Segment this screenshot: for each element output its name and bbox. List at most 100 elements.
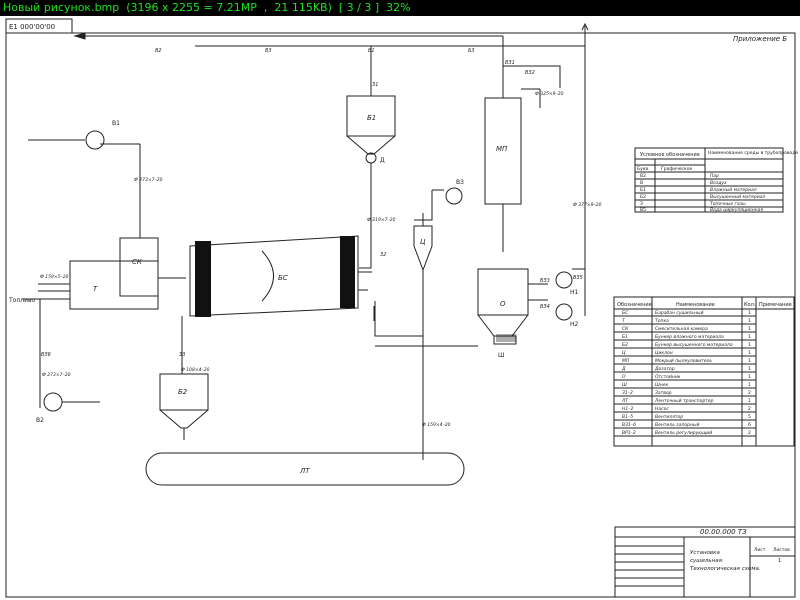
pump-h1-label: Н1: [570, 289, 579, 296]
line-code-label: З2: [380, 252, 386, 258]
pipe-spec-label: Ф 108×4–20: [181, 367, 210, 373]
legend-subheader-1: Букв.: [637, 166, 650, 172]
legend-row-name: Топочные газы: [710, 201, 746, 207]
conveyor-label: ЛТ: [299, 467, 310, 475]
fuel-label: Топливо: [8, 297, 36, 304]
spec-row-qty: 6: [748, 422, 751, 428]
spec-row-name: Вентиль запорный: [655, 422, 699, 428]
sheet-label: Лист: [754, 547, 766, 553]
pipe-spec-label: Ф 219×7–20: [367, 217, 396, 223]
valve-label: ВЗ3: [540, 278, 550, 284]
spec-row-name: Бункер высушенного материала: [655, 342, 733, 348]
fan-v2-label: В2: [36, 417, 44, 424]
spec-row-code: Б2: [622, 342, 628, 348]
spec-row-code: Д: [621, 366, 626, 372]
spec-row-name: Ленточный транспортер: [654, 398, 714, 404]
legend-row-code: Б2: [640, 194, 646, 200]
spec-row-name: Барабан сушильный: [655, 310, 704, 316]
spec-row-name: Отстойник: [655, 374, 681, 380]
spec-row-code: СК: [622, 326, 629, 332]
spec-row-code: Б1: [622, 334, 628, 340]
spec-row-code: ВР1–2: [622, 430, 636, 436]
fan-v1: [85, 130, 105, 150]
line-code-label: З1: [372, 82, 378, 88]
spec-row-qty: 1: [748, 358, 751, 364]
spec-row-name: Циклон: [655, 350, 673, 356]
fan-v3: [445, 187, 463, 205]
line-code-label: Б3: [468, 48, 475, 54]
spec-row-code: Т: [622, 318, 626, 324]
legend-row-name: Воздух: [710, 180, 727, 186]
spec-row-code: Н1–2: [622, 406, 633, 412]
pipe-spec-label: Ф 159×5–20: [40, 274, 69, 280]
spec-row-name: Топка: [655, 318, 669, 324]
spec-row-name: Вентиль регулирующий: [655, 430, 712, 436]
drum-band-right: [340, 236, 355, 308]
legend-row-code: В: [640, 180, 643, 186]
spec-row-qty: 1: [748, 342, 751, 348]
bunker-b1-cone: [346, 135, 396, 155]
cyclone-body: [413, 225, 433, 272]
drum-rotation-arc: [261, 250, 274, 302]
sheets-label: Листов: [773, 547, 790, 553]
drum-label: БС: [278, 274, 288, 282]
spec-row-code: Ц: [622, 350, 626, 356]
spec-header-qty: Кол.: [744, 302, 756, 308]
valve-label: ВЗ4: [540, 304, 550, 310]
sheets-value: 1: [778, 558, 781, 564]
spec-row-qty: 1: [748, 366, 751, 372]
line-code-label: В2: [155, 48, 162, 54]
pump-h1: [555, 271, 573, 289]
appendix-label: Приложение Б: [733, 35, 787, 43]
spec-row-qty: 2: [748, 406, 751, 412]
auger-label: Ш: [498, 352, 504, 359]
valve-label: ВЗ2: [525, 70, 535, 76]
line-code-label: З3: [179, 352, 185, 358]
spec-row-name: Шнек: [655, 382, 669, 388]
spec-row-qty: 1: [748, 334, 751, 340]
spec-row-code: З1–2: [622, 390, 633, 396]
valve-label: ВЗ1: [505, 60, 515, 66]
spec-row-qty: 1: [748, 318, 751, 324]
bunker-b1-label: Б1: [367, 114, 376, 122]
spec-row-qty: 2: [748, 430, 751, 436]
fan-v1-label: В1: [112, 120, 120, 127]
legend-row-name: Влажный материал: [710, 187, 757, 193]
pipe-spec-label: Ф 325×9–20: [535, 91, 564, 97]
pump-h2-label: Н2: [570, 321, 579, 328]
mixing-chamber-label: СК: [132, 258, 143, 266]
spec-row-code: ВЗ1–6: [622, 422, 636, 428]
spec-row-code: ЛТ: [621, 398, 629, 404]
drawing-sheet: Е1 000'00'00 Приложение Б Топливо В1 В2 …: [0, 16, 800, 600]
settler-body: [477, 268, 529, 316]
spec-row-qty: 5: [748, 414, 751, 420]
pump-h2: [555, 303, 573, 321]
legend-row-code: Б1: [640, 187, 646, 193]
spec-row-name: Вентилятор: [655, 414, 683, 420]
spec-row-qty: 1: [748, 398, 751, 404]
legend-row-code: В2: [640, 173, 646, 179]
spec-row-qty: 1: [748, 326, 751, 332]
furnace-t: [69, 260, 159, 310]
spec-row-qty: 1: [748, 350, 751, 356]
pipe-spec-label: Ф 377×9–20: [573, 202, 602, 208]
bunker-b2-label: Б2: [178, 388, 188, 396]
spec-header-name: Наименование: [676, 302, 715, 308]
spec-row-code: О: [622, 374, 626, 380]
cyclone-label: Ц: [420, 238, 426, 246]
legend-row-name: Пар: [710, 173, 719, 179]
spec-row-name: Бункер влажного материала: [655, 334, 724, 340]
spec-row-qty: 1: [748, 382, 751, 388]
fan-v3-label: В3: [456, 179, 464, 186]
settler-label: О: [500, 300, 506, 308]
pipe-spec-label: Ф 273×7–20: [42, 372, 71, 378]
legend-header-1: Условное обозначение: [640, 152, 700, 158]
spec-row-name: Дозатор: [654, 366, 675, 372]
viewer-titlebar: Новый рисунок.bmp (3196 x 2255 = 7.21MP …: [0, 0, 800, 16]
spec-row-code: Ш: [622, 382, 627, 388]
valve-label: ВЗ6: [41, 352, 51, 358]
spec-row-name: Смесительная камера: [655, 326, 708, 332]
doc-code: 00.00.000 ТЗ: [700, 528, 747, 536]
dosator-label: Д: [380, 157, 385, 164]
furnace-label: Т: [93, 285, 98, 293]
